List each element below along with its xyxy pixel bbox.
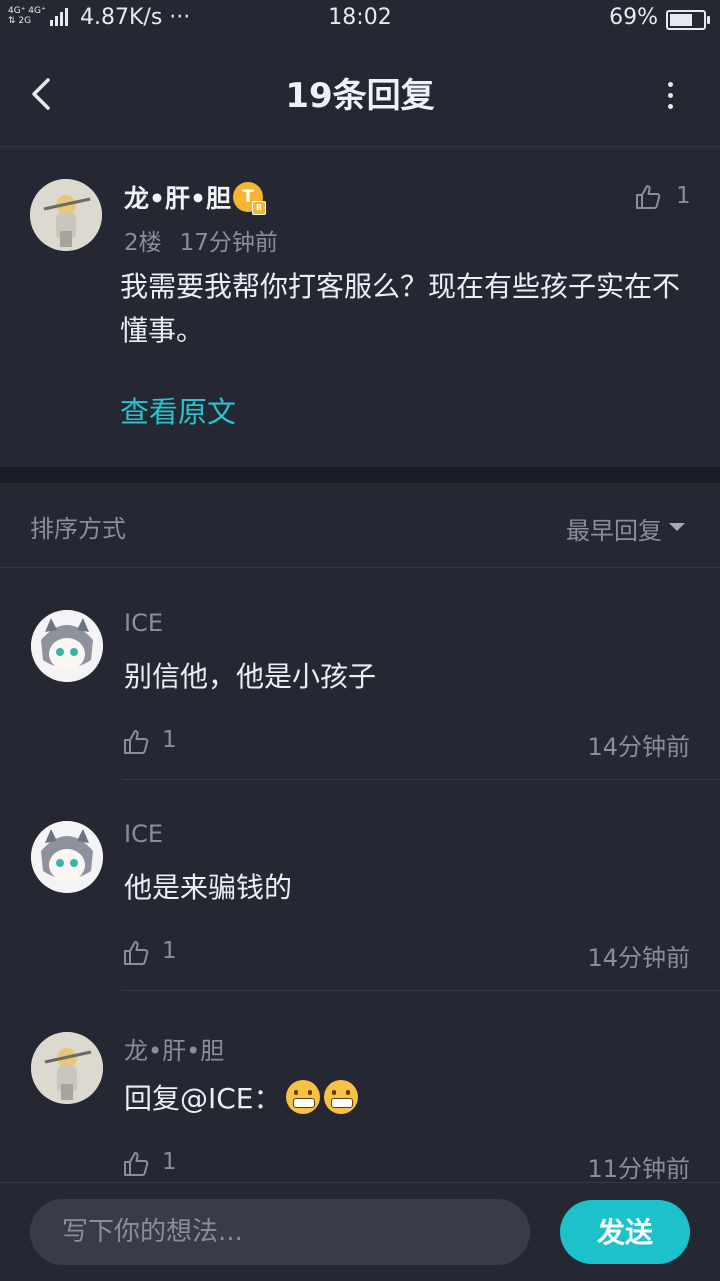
like-count: 1 [162, 938, 177, 964]
top-bar: 19条回复 [0, 38, 720, 147]
send-button[interactable]: 发送 [560, 1200, 690, 1264]
comment-time: 17分钟前 [179, 230, 278, 256]
reply-text: 别信他，他是小孩子 [124, 660, 377, 693]
status-bar: 4G⁺ 4G⁺ ⇅ 2G 4.87K/s ··· 18:02 69% [0, 0, 720, 38]
reply-text-content: 回复@ICE： [124, 1082, 282, 1115]
badge-sub: B [252, 201, 266, 215]
sort-dropdown[interactable]: 最早回复 [566, 511, 662, 546]
thumbs-up-icon[interactable] [122, 939, 150, 967]
caret-down-icon[interactable] [669, 523, 685, 531]
composer-bar: 发送 [0, 1182, 720, 1281]
avatar[interactable] [31, 1032, 103, 1104]
comment-input[interactable] [30, 1199, 530, 1265]
comment-meta: 2楼 17分钟前 [124, 223, 296, 257]
avatar-image [31, 610, 103, 682]
floor-number: 2楼 [124, 230, 162, 256]
thumbs-up-icon[interactable] [634, 183, 662, 211]
reply-text: 他是来骗钱的 [124, 871, 293, 904]
reply-time: 11分钟前 [587, 1155, 690, 1183]
battery-icon [666, 10, 710, 30]
reply-item[interactable]: ICE 他是来骗钱的 1 14分钟前 [0, 780, 720, 991]
avatar-image [31, 821, 103, 893]
avatar[interactable] [31, 821, 103, 893]
page-title: 19条回复 [285, 76, 435, 116]
reply-item[interactable]: 龙•肝•胆 回复@ICE： 1 11分钟前 [0, 991, 720, 1202]
avatar[interactable] [30, 179, 102, 251]
grimace-emoji-icon [285, 1080, 320, 1114]
sort-label: 排序方式 [30, 515, 126, 543]
level-badge-icon: T B [233, 182, 266, 215]
reply-text: 回复@ICE： [124, 1077, 358, 1117]
reply-time: 14分钟前 [587, 944, 690, 972]
like-count: 1 [162, 727, 177, 753]
grimace-emoji-icon [323, 1080, 358, 1114]
main-comment: 龙•肝•胆 T B 2楼 17分钟前 1 我需要我帮你打客服么？现在有些孩子实在不… [0, 147, 720, 467]
reply-author[interactable]: ICE [124, 820, 163, 848]
comment-text: 我需要我帮你打客服么？现在有些孩子实在不懂事。 [120, 270, 681, 347]
more-options-icon[interactable] [660, 78, 680, 112]
reply-item[interactable]: ICE 别信他，他是小孩子 1 14分钟前 [0, 569, 720, 780]
battery-fill [670, 14, 692, 26]
author-name[interactable]: 龙•肝•胆 [124, 179, 231, 215]
avatar-image [30, 179, 102, 251]
battery-percent: 69% [609, 5, 658, 30]
reply-author[interactable]: 龙•肝•胆 [124, 1031, 224, 1066]
section-divider [0, 467, 720, 483]
reply-time: 14分钟前 [587, 733, 690, 761]
like-count: 1 [162, 1149, 177, 1175]
sort-bar: 排序方式 最早回复 [0, 483, 720, 568]
avatar-image [31, 1032, 103, 1104]
view-original-link[interactable]: 查看原文 [120, 389, 236, 431]
like-count: 1 [676, 183, 691, 209]
thumbs-up-icon[interactable] [122, 1150, 150, 1178]
thumbs-up-icon[interactable] [122, 728, 150, 756]
reply-author[interactable]: ICE [124, 609, 163, 637]
avatar[interactable] [31, 610, 103, 682]
